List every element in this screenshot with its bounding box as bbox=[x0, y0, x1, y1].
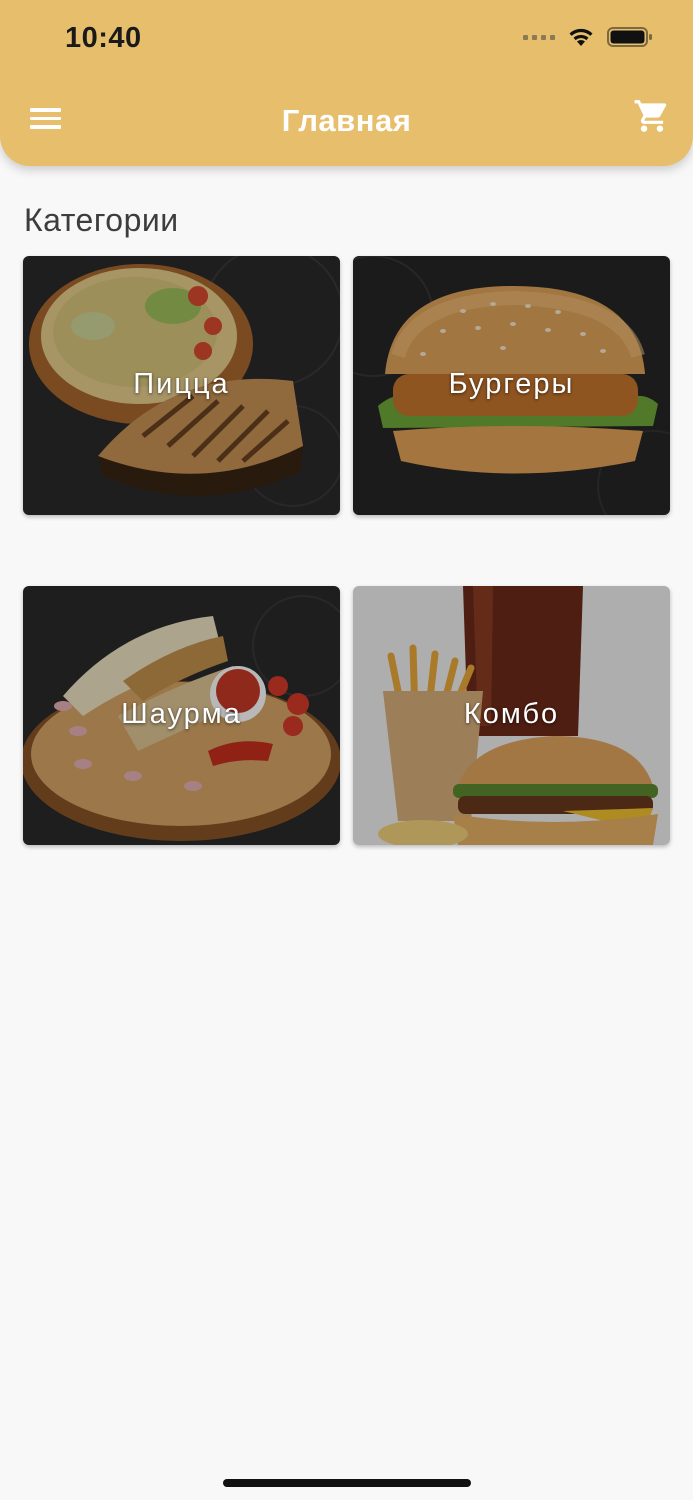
category-card-burgers[interactable]: Бургеры bbox=[353, 256, 670, 515]
app-bar: 10:40 Главная bbox=[0, 0, 693, 166]
category-label: Пицца bbox=[133, 368, 230, 400]
section-title: Категории bbox=[24, 202, 179, 238]
category-card-shawarma[interactable]: Шаурма bbox=[23, 586, 340, 845]
status-time: 10:40 bbox=[65, 22, 142, 54]
category-label: Комбо bbox=[463, 698, 560, 730]
shopping-cart-icon[interactable] bbox=[633, 96, 671, 136]
category-card-combo[interactable]: Комбо bbox=[353, 586, 670, 845]
battery-icon bbox=[607, 27, 652, 47]
category-label: Шаурма bbox=[121, 698, 242, 730]
cellular-signal-icon bbox=[523, 34, 555, 40]
category-label: Бургеры bbox=[448, 368, 575, 400]
category-card-pizza[interactable]: Пицца bbox=[23, 256, 340, 515]
home-indicator[interactable] bbox=[223, 1479, 471, 1487]
page-title: Главная bbox=[281, 103, 412, 138]
status-icons bbox=[523, 26, 653, 48]
wifi-icon bbox=[569, 28, 593, 46]
